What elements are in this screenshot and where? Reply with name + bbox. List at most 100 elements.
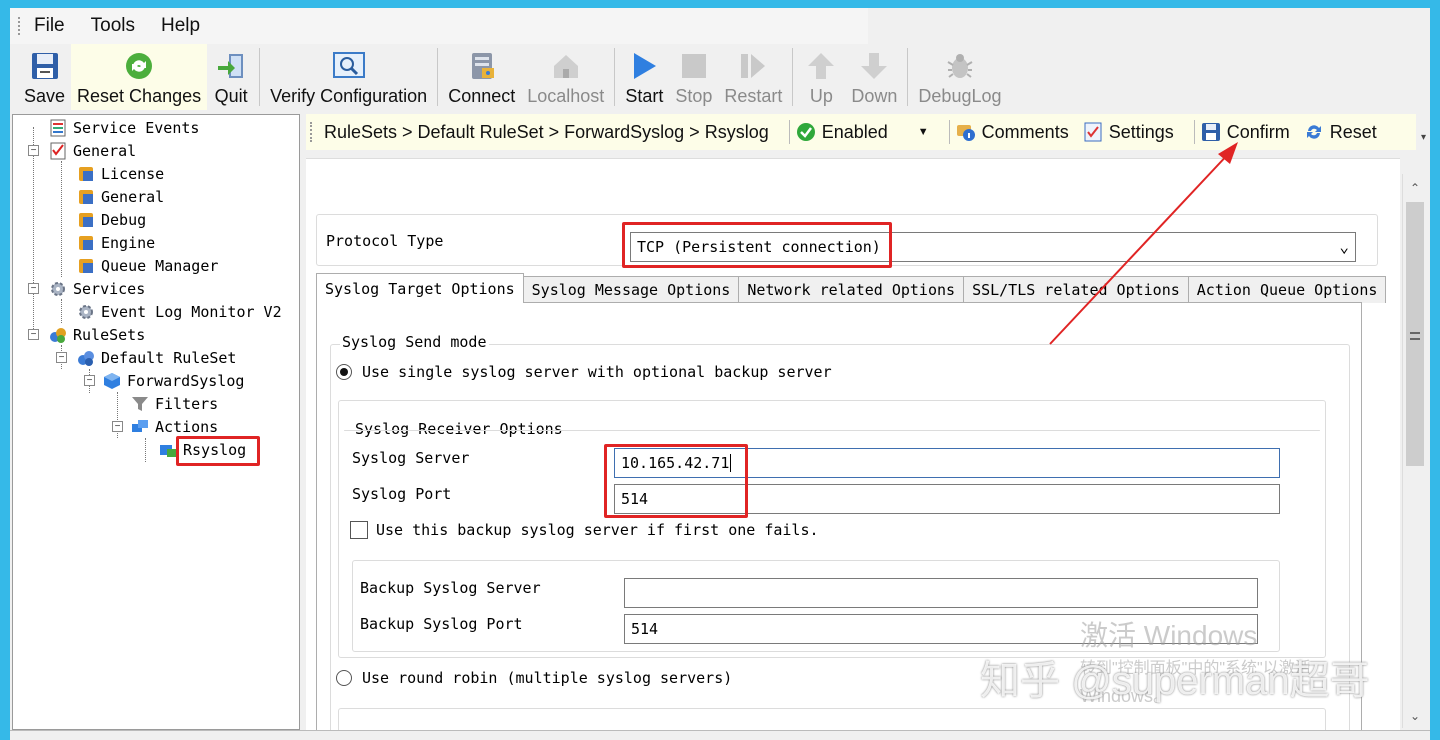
vertical-scrollbar[interactable]: ⌃ ⌄: [1402, 174, 1426, 728]
backup-server-checkbox-label: Use this backup syslog server if first o…: [376, 521, 819, 539]
backup-port-value: 514: [631, 620, 659, 638]
tree-connector: [145, 438, 146, 462]
down-label: Down: [851, 86, 898, 106]
tree-item-forward-syslog[interactable]: ForwardSyslog: [103, 370, 244, 392]
checkbox-unchecked: [350, 521, 368, 539]
collapse-icon[interactable]: −: [56, 352, 67, 363]
confirm-label: Confirm: [1226, 121, 1290, 142]
tab-ssl-tls-related-options[interactable]: SSL/TLS related Options: [963, 276, 1189, 303]
tree-item-actions[interactable]: Actions: [131, 416, 218, 438]
menu-help[interactable]: Help: [161, 15, 200, 37]
settings-label: Settings: [1108, 121, 1174, 142]
server-connect-icon: [464, 48, 500, 84]
connect-button[interactable]: Connect: [442, 44, 521, 110]
save-label: Save: [24, 86, 66, 106]
save-button[interactable]: Save: [18, 44, 71, 110]
gears-icon: [77, 303, 95, 321]
tree-item-debug[interactable]: Debug: [77, 209, 146, 231]
tree-label: General: [73, 142, 137, 160]
tree-item-rulesets[interactable]: RuleSets: [49, 324, 145, 346]
settings-button[interactable]: Settings: [1083, 122, 1174, 143]
send-mode-title: Syslog Send mode: [340, 333, 489, 351]
up-button[interactable]: Up: [797, 44, 845, 110]
collapse-icon[interactable]: −: [28, 283, 39, 294]
tree-item-services[interactable]: Services: [49, 278, 145, 300]
zhihu-watermark: 知乎 @superman超哥: [980, 659, 1370, 703]
tree-item-filters[interactable]: Filters: [131, 393, 218, 415]
tab-action-queue-options[interactable]: Action Queue Options: [1187, 276, 1387, 303]
scroll-down-icon[interactable]: ⌄: [1403, 704, 1427, 728]
radio-single-server[interactable]: Use single syslog server with optional b…: [336, 363, 832, 381]
comments-button[interactable]: Comments: [956, 122, 1069, 143]
localhost-button[interactable]: Localhost: [521, 44, 610, 110]
toolbar: Save Reset Changes Quit Verify Configura…: [10, 44, 1430, 112]
settings-checklist-icon: [1083, 122, 1103, 142]
tree-item-event-log-monitor[interactable]: Event Log Monitor V2: [77, 301, 282, 323]
toolbar-divider: [792, 48, 794, 106]
toolbar-divider: [614, 48, 616, 106]
tab-syslog-message-options[interactable]: Syslog Message Options: [522, 276, 740, 303]
toolbar-divider: [437, 48, 439, 106]
tab-syslog-target-options[interactable]: Syslog Target Options: [316, 273, 524, 303]
tree-item-general[interactable]: General: [49, 140, 136, 162]
confirm-button[interactable]: Confirm: [1201, 122, 1290, 143]
recycle-icon: [121, 48, 157, 84]
backup-server-label: Backup Syslog Server: [360, 579, 541, 597]
receiver-options-title: Syslog Receiver Options: [353, 420, 565, 438]
actions-icon: [131, 418, 149, 436]
tree-item-service-events[interactable]: Service Events: [49, 117, 199, 139]
breadcrumb-bar: RuleSets > Default RuleSet > ForwardSysl…: [306, 114, 1426, 150]
collapse-icon[interactable]: −: [112, 421, 123, 432]
tree-label: Queue Manager: [101, 257, 219, 275]
floppy-disk-icon: [27, 48, 63, 84]
toolbar-divider: [907, 48, 909, 106]
menu-bar: File Tools Help: [10, 8, 868, 44]
down-button[interactable]: Down: [845, 44, 903, 110]
chevron-down-icon: ⌄: [1339, 237, 1349, 256]
tree-item-license[interactable]: License: [77, 163, 164, 185]
scroll-grip-icon: [1410, 332, 1420, 340]
quit-button[interactable]: Quit: [207, 44, 255, 110]
chevron-down-icon: ▼: [917, 126, 929, 138]
tab-network-related-options[interactable]: Network related Options: [738, 276, 965, 303]
start-button[interactable]: Start: [619, 44, 669, 110]
tree-label: Filters: [155, 395, 219, 413]
config-shield-icon: [77, 188, 95, 206]
menu-grip: [18, 17, 22, 35]
collapse-icon[interactable]: −: [84, 375, 95, 386]
ruleset-icon: [49, 326, 67, 344]
debuglog-button[interactable]: DebugLog: [912, 44, 1007, 110]
protocol-type-label: Protocol Type: [326, 232, 444, 250]
enabled-dropdown[interactable]: Enabled ▼: [796, 122, 929, 143]
start-label: Start: [625, 86, 664, 106]
config-shield-icon: [77, 257, 95, 275]
syslog-port-label: Syslog Port: [352, 485, 452, 503]
tree-item-queue-manager[interactable]: Queue Manager: [77, 255, 218, 277]
stop-button[interactable]: Stop: [669, 44, 718, 110]
radio-round-robin[interactable]: Use round robin (multiple syslog servers…: [336, 669, 732, 687]
backup-server-checkbox[interactable]: Use this backup syslog server if first o…: [350, 521, 819, 539]
menu-tools[interactable]: Tools: [91, 15, 135, 37]
tree-label: RuleSets: [73, 326, 146, 344]
menu-file[interactable]: File: [34, 15, 65, 37]
backup-server-input[interactable]: [624, 578, 1258, 608]
tree-item-general-settings[interactable]: General: [77, 186, 164, 208]
tree-item-engine[interactable]: Engine: [77, 232, 155, 254]
reset-changes-button[interactable]: Reset Changes: [71, 44, 208, 110]
collapse-icon[interactable]: −: [28, 329, 39, 340]
config-shield-icon: [77, 234, 95, 252]
restart-label: Restart: [724, 86, 783, 106]
verify-configuration-button[interactable]: Verify Configuration: [264, 44, 433, 110]
tree-label: Engine: [101, 234, 156, 252]
scroll-up-icon[interactable]: ⌃: [1403, 176, 1427, 200]
reset-button[interactable]: Reset: [1304, 122, 1377, 143]
reset-changes-label: Reset Changes: [77, 86, 202, 106]
exit-door-icon: [213, 48, 249, 84]
event-list-icon: [49, 119, 67, 137]
annotation-box-server: [604, 444, 748, 518]
restart-button[interactable]: Restart: [718, 44, 788, 110]
tree-item-default-ruleset[interactable]: Default RuleSet: [77, 347, 236, 369]
toolbar-overflow-icon[interactable]: ▾: [1421, 132, 1426, 143]
collapse-icon[interactable]: −: [28, 145, 39, 156]
restart-icon: [735, 48, 771, 84]
